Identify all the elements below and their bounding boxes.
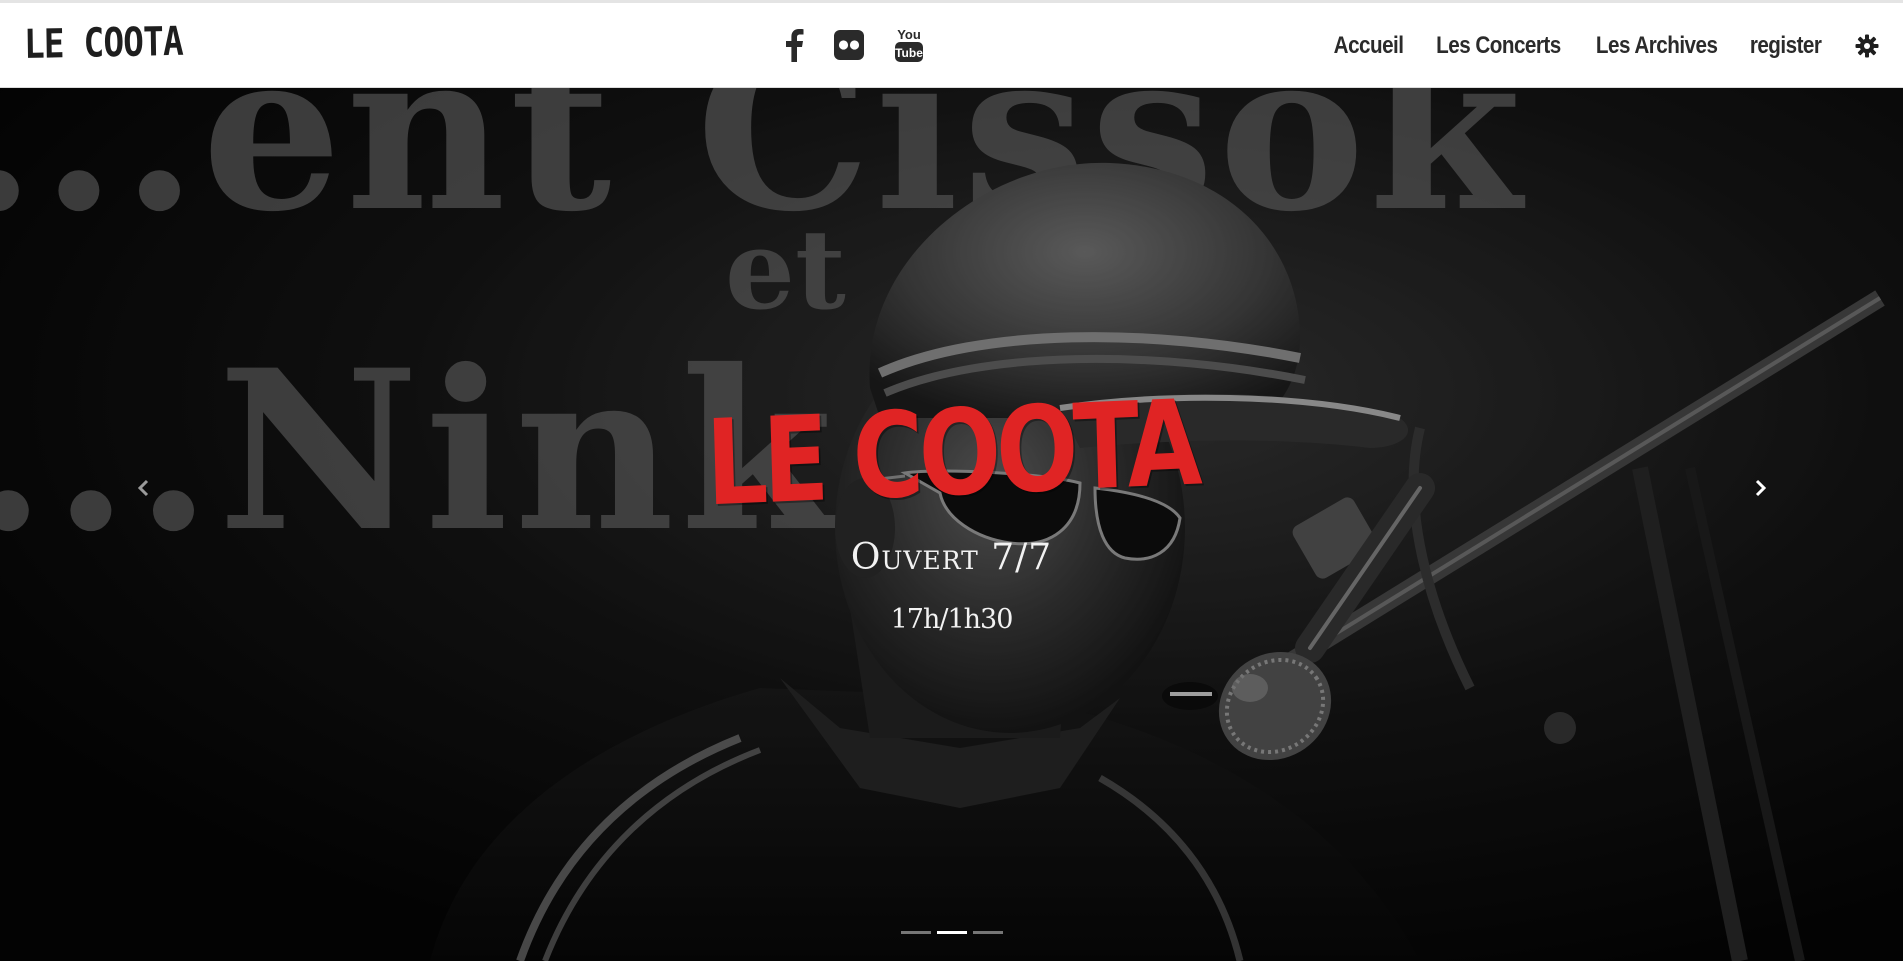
hero-carousel: ...ent Cissok et ...Nink... LE COOTA Ouv… — [0, 88, 1903, 961]
hero-opening-hours: 17h/1h30 — [890, 604, 1014, 635]
hero-opening-days: Ouvert 7/7 — [850, 537, 1053, 578]
carousel-indicators — [0, 931, 1903, 934]
social-links: You Tube — [784, 25, 924, 69]
youtube-icon-you: You — [897, 27, 921, 42]
flickr-icon[interactable] — [834, 29, 864, 65]
nav-item-les-concerts[interactable]: Les Concerts — [1427, 32, 1569, 60]
nav-item-les-archives[interactable]: Les Archives — [1588, 32, 1727, 60]
site-logo[interactable]: LE COOTA — [24, 18, 184, 69]
chevron-left-icon — [137, 479, 149, 497]
youtube-icon[interactable]: You Tube — [894, 27, 924, 68]
navbar: LE COOTA You Tube Accueil Les Concerts L… — [0, 3, 1903, 88]
carousel-next-button[interactable] — [1741, 468, 1781, 508]
main-nav: Accueil Les Concerts Les Archives regist… — [1318, 3, 1903, 88]
nav-item-register[interactable]: register — [1741, 32, 1830, 60]
carousel-indicator-1[interactable] — [900, 931, 931, 934]
facebook-icon[interactable] — [784, 28, 804, 67]
chevron-right-icon — [1755, 479, 1767, 497]
carousel-indicator-2[interactable] — [936, 931, 967, 934]
gear-icon[interactable] — [1855, 34, 1879, 58]
youtube-icon-tube: Tube — [895, 46, 923, 60]
nav-item-accueil[interactable]: Accueil — [1325, 32, 1412, 60]
carousel-prev-button[interactable] — [123, 468, 163, 508]
carousel-indicator-3[interactable] — [972, 931, 1003, 934]
